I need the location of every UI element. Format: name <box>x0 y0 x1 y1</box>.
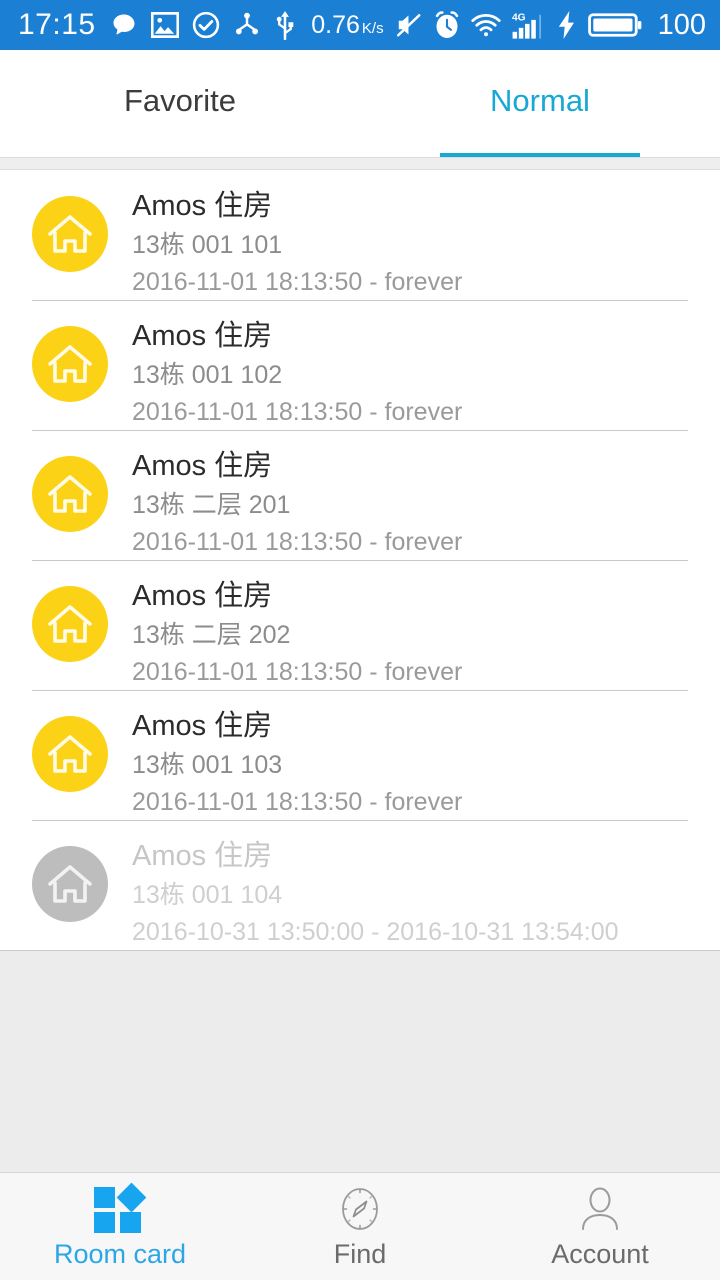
avatar <box>32 846 108 922</box>
house-icon <box>48 605 92 643</box>
row-location: 13栋 二层 201 <box>132 491 291 520</box>
nav-item-room-card-label: Room card <box>53 1239 187 1269</box>
row-text: Amos 住房 13栋 001 101 2016-11-01 18:13:50 … <box>132 186 462 299</box>
photo-icon <box>150 12 179 38</box>
share-nodes-icon <box>233 11 261 39</box>
table-row[interactable]: Amos 住房 13栋 二层 201 2016-11-01 18:13:50 -… <box>0 430 720 560</box>
row-validity: 2016-11-01 18:13:50 - forever <box>132 397 463 426</box>
row-validity: 2016-10-31 13:50:00 - 2016-10-31 13:54:0… <box>132 917 619 946</box>
row-title: Amos 住房 <box>132 710 273 742</box>
house-icon <box>48 475 92 513</box>
nav-item-find[interactable]: Find <box>240 1173 480 1280</box>
house-icon <box>48 865 92 903</box>
usb-icon <box>274 10 296 40</box>
row-location: 13栋 001 102 <box>132 361 283 390</box>
signal-4g-icon: 4G <box>512 10 546 40</box>
house-icon <box>48 215 92 253</box>
avatar <box>32 716 108 792</box>
tab-favorite[interactable]: Favorite <box>0 50 360 158</box>
row-location: 13栋 001 101 <box>132 231 283 260</box>
nav-item-account[interactable]: Account <box>480 1173 720 1280</box>
table-row[interactable]: Amos 住房 13栋 二层 202 2016-11-01 18:13:50 -… <box>0 560 720 690</box>
row-validity: 2016-11-01 18:13:50 - forever <box>132 657 463 686</box>
status-bar-clock: 17:15 <box>18 8 96 41</box>
battery-percent-label: 100 <box>657 8 706 41</box>
tab-bar-divider <box>0 157 720 158</box>
row-title: Amos 住房 <box>132 190 273 222</box>
compass-icon <box>336 1185 384 1233</box>
house-icon <box>48 735 92 773</box>
room-card-list: Amos 住房 13栋 001 101 2016-11-01 18:13:50 … <box>0 170 720 951</box>
table-row[interactable]: Amos 住房 13栋 001 104 2016-10-31 13:50:00 … <box>0 820 720 950</box>
nav-item-room-card[interactable]: Room card <box>0 1173 240 1280</box>
house-icon <box>48 345 92 383</box>
check-circle-icon <box>192 11 220 39</box>
row-title: Amos 住房 <box>132 840 273 872</box>
row-validity: 2016-11-01 18:13:50 - forever <box>132 267 463 296</box>
row-text: Amos 住房 13栋 001 103 2016-11-01 18:13:50 … <box>132 706 462 819</box>
person-icon <box>577 1185 623 1233</box>
nav-item-find-label: Find <box>333 1239 387 1269</box>
row-text: Amos 住房 13栋 二层 201 2016-11-01 18:13:50 -… <box>132 446 462 559</box>
network-speed-value: 0.76 <box>311 10 360 39</box>
row-title: Amos 住房 <box>132 320 273 352</box>
room-card-icon <box>94 1182 147 1233</box>
table-row[interactable]: Amos 住房 13栋 001 101 2016-11-01 18:13:50 … <box>0 170 720 300</box>
nav-item-account-label: Account <box>551 1239 649 1269</box>
row-validity: 2016-11-01 18:13:50 - forever <box>132 787 463 816</box>
avatar <box>32 326 108 402</box>
wifi-icon <box>470 13 501 37</box>
row-title: Amos 住房 <box>132 450 273 482</box>
alarm-clock-icon <box>434 11 460 39</box>
row-text: Amos 住房 13栋 二层 202 2016-11-01 18:13:50 -… <box>132 576 462 689</box>
status-bar-left-icons <box>110 10 296 40</box>
row-text: Amos 住房 13栋 001 102 2016-11-01 18:13:50 … <box>132 316 462 429</box>
mute-icon <box>395 12 423 38</box>
avatar <box>32 456 108 532</box>
row-title: Amos 住房 <box>132 580 273 612</box>
avatar <box>32 586 108 662</box>
battery-icon <box>587 11 642 39</box>
tab-normal[interactable]: Normal <box>360 50 720 158</box>
row-location: 13栋 001 103 <box>132 751 283 780</box>
row-location: 13栋 001 104 <box>132 881 283 910</box>
status-bar-right-icons: 0.76 K/s 4G 100 <box>311 9 706 42</box>
empty-area <box>0 951 720 1172</box>
status-bar: 17:15 0.76 K/s 4G 100 <box>0 0 720 50</box>
app-screen: 17:15 0.76 K/s 4G 100 Favorite Normal Am… <box>0 0 720 1280</box>
row-text: Amos 住房 13栋 001 104 2016-10-31 13:50:00 … <box>132 836 619 949</box>
row-validity: 2016-11-01 18:13:50 - forever <box>132 527 463 556</box>
tab-content-gap <box>0 158 720 170</box>
bottom-navigation: Room card Find Account <box>0 1172 720 1280</box>
row-location: 13栋 二层 202 <box>132 621 291 650</box>
network-speed-unit: K/s <box>361 19 384 37</box>
table-row[interactable]: Amos 住房 13栋 001 102 2016-11-01 18:13:50 … <box>0 300 720 430</box>
svg-text:4G: 4G <box>512 12 526 23</box>
charging-bolt-icon <box>557 11 577 39</box>
tab-favorite-label: Favorite <box>124 83 236 118</box>
network-speed: 0.76 K/s <box>311 11 383 40</box>
message-bubble-icon <box>110 11 138 39</box>
tab-normal-label: Normal <box>490 83 590 118</box>
avatar <box>32 196 108 272</box>
tab-bar: Favorite Normal <box>0 50 720 158</box>
table-row[interactable]: Amos 住房 13栋 001 103 2016-11-01 18:13:50 … <box>0 690 720 820</box>
